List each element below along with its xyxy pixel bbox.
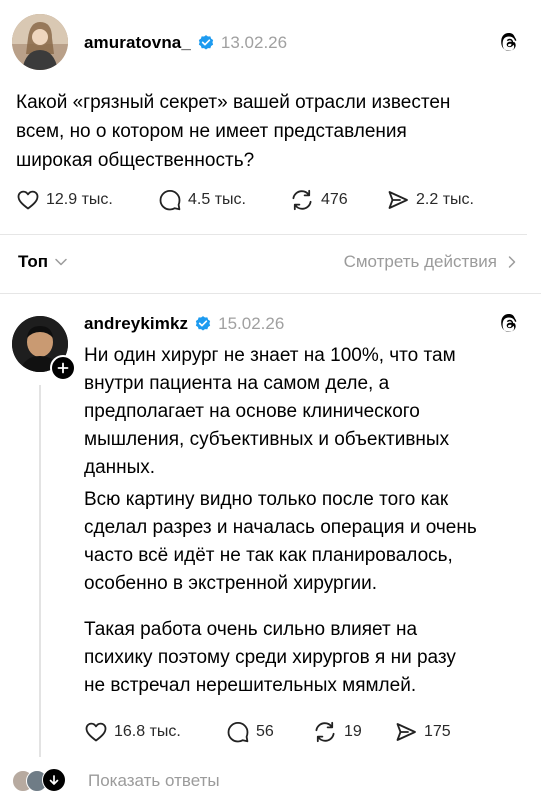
reply-text-line: часто всё идёт не так как планировалось, [84, 545, 453, 566]
send-icon [388, 191, 408, 209]
share-count: 2.2 тыс. [416, 191, 474, 208]
post-text: Какой «грязный секрет» вашей отрасли изв… [16, 88, 528, 175]
reply-text-line: внутри пациента на самом деле, а [84, 373, 390, 394]
plus-icon [57, 362, 69, 374]
heart-icon [17, 190, 39, 210]
repost-icon [292, 189, 312, 211]
reply-author-username[interactable]: andreykimkz [84, 314, 188, 334]
verified-badge-icon [198, 35, 214, 50]
divider [0, 234, 527, 235]
follow-plus-button[interactable] [50, 355, 76, 381]
reply-text-line: предполагает на основе клинического [84, 401, 420, 422]
thread-line [39, 385, 41, 757]
share-button[interactable]: 2.2 тыс. [386, 188, 474, 212]
reply-date: 15.02.26 [218, 314, 285, 333]
repost-icon [315, 721, 335, 743]
verified-badge-icon [195, 316, 211, 331]
reply-like-button[interactable]: 16.8 тыс. [84, 720, 181, 744]
like-button[interactable]: 12.9 тыс. [16, 188, 113, 212]
reply-header: andreykimkz 15.02.26 [84, 313, 284, 335]
reply-text-line: Всю картину видно только после того как [84, 489, 449, 510]
repost-count: 19 [344, 723, 362, 740]
reply-text-line: Ни один хирург не знает на 100%, что там [84, 345, 456, 366]
chevron-down-icon [55, 258, 67, 266]
reply-comment-button[interactable]: 56 [226, 720, 274, 744]
show-replies-link[interactable]: Показать ответы [88, 771, 220, 791]
replier-avatars [12, 768, 74, 792]
author-username[interactable]: amuratovna_ [84, 33, 191, 53]
repost-button[interactable]: 476 [289, 188, 348, 212]
send-icon [396, 723, 416, 741]
chevron-right-icon [508, 256, 516, 268]
reply-text: Ни один хирург не знает на 100%, что там… [84, 342, 530, 700]
post-text-line: Какой «грязный секрет» вашей отрасли изв… [16, 92, 451, 113]
author-avatar[interactable] [12, 14, 68, 70]
comment-icon [159, 190, 181, 211]
reply-repost-button[interactable]: 19 [312, 720, 362, 744]
like-count: 16.8 тыс. [114, 723, 181, 740]
reply-text-line: Такая работа очень сильно влияет на [84, 619, 418, 640]
like-count: 12.9 тыс. [46, 191, 113, 208]
reply-text-line: не встречал нерешительных мямлей. [84, 675, 417, 696]
threads-logo-icon[interactable] [497, 31, 521, 55]
reply-text-line: психику поэтому среди хирургов я ни разу [84, 647, 456, 668]
share-count: 175 [424, 723, 451, 740]
threads-logo-icon[interactable] [497, 312, 521, 336]
comment-count: 56 [256, 723, 274, 740]
expand-replies-button[interactable] [42, 768, 66, 792]
heart-icon [85, 722, 107, 742]
view-activity-label: Смотреть действия [343, 252, 497, 271]
reply-text-line: мышления, субъективных и объективных [84, 429, 450, 450]
repost-count: 476 [321, 191, 348, 208]
reply-share-button[interactable]: 175 [394, 720, 451, 744]
post-header: amuratovna_ 13.02.26 [84, 32, 287, 54]
sort-dropdown[interactable]: Топ [18, 252, 68, 272]
arrow-down-icon [49, 775, 59, 785]
comment-button[interactable]: 4.5 тыс. [158, 188, 246, 212]
post-date: 13.02.26 [220, 33, 288, 52]
comment-icon [227, 722, 249, 743]
reply-text-line: особенно в экстренной хирургии. [84, 573, 378, 594]
post-text-line: всем, но о котором не имеет представлени… [16, 121, 407, 142]
reply-text-line: данных. [84, 457, 156, 478]
view-activity-link[interactable]: Смотреть действия [344, 252, 517, 272]
comment-count: 4.5 тыс. [188, 191, 246, 208]
divider [0, 293, 541, 294]
sort-label: Топ [18, 252, 48, 271]
post-text-line: широкая общественность? [16, 150, 255, 171]
reply-text-line: сделал разрез и началась операция и очен… [84, 517, 477, 538]
